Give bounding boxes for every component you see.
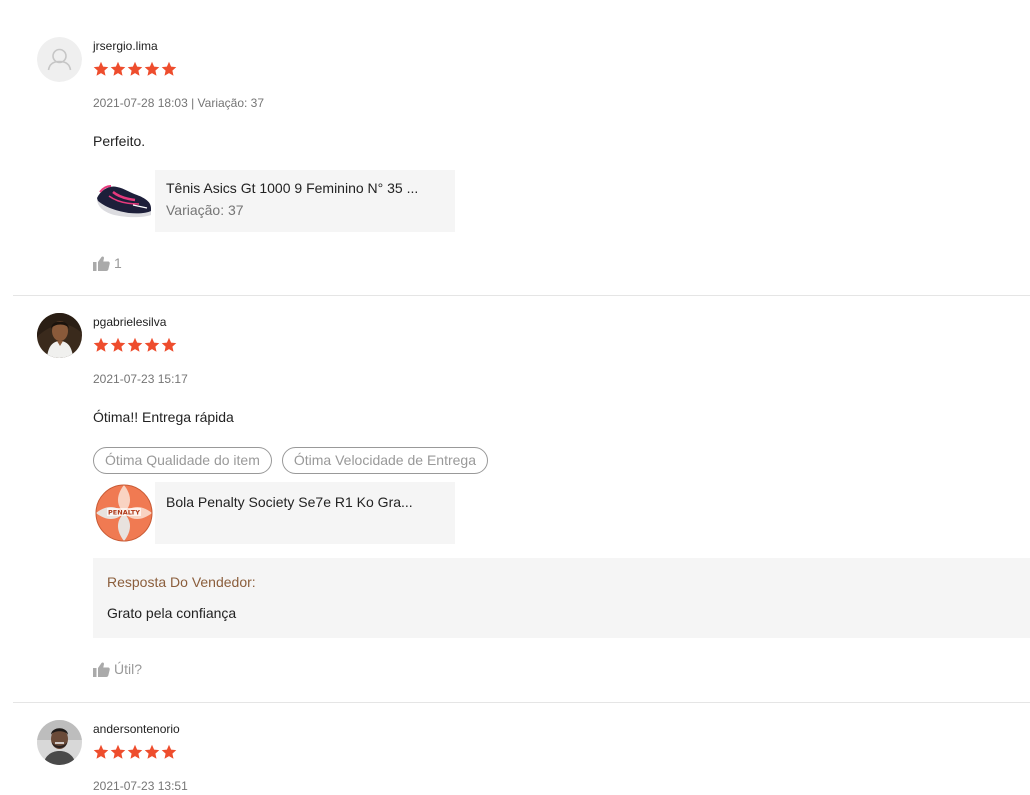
review-tag-delivery[interactable]: Ótima Velocidade de Entrega <box>281 447 488 474</box>
star-icon <box>127 337 143 352</box>
review-username[interactable]: jrsergio.lima <box>93 39 158 53</box>
product-info[interactable]: Tênis Asics Gt 1000 9 Feminino N° 35 ...… <box>155 170 455 232</box>
star-icon <box>93 337 109 352</box>
product-name[interactable]: Bola Penalty Society Se7e R1 Ko Gra... <box>166 494 449 510</box>
star-icon <box>127 744 143 759</box>
star-icon <box>110 337 126 352</box>
avatar[interactable] <box>37 720 82 765</box>
star-icon <box>93 744 109 759</box>
like-button[interactable]: 1 <box>93 254 122 272</box>
review-tags: Ótima Qualidade do item Ótima Velocidade… <box>93 447 488 474</box>
reviews-list: jrsergio.lima 2021-07-28 18:03 | Variaçã… <box>0 0 1030 795</box>
product-thumbnail[interactable] <box>93 170 155 232</box>
star-icon <box>127 61 143 76</box>
thumbs-up-icon <box>93 255 110 271</box>
user-photo <box>37 720 82 765</box>
review-item: jrsergio.lima 2021-07-28 18:03 | Variaçã… <box>13 37 1030 296</box>
review-item: andersontenorio 2021-07-23 13:51 <box>13 720 1030 795</box>
product-card[interactable]: Tênis Asics Gt 1000 9 Feminino N° 35 ...… <box>93 170 455 232</box>
sneaker-image <box>93 170 155 232</box>
avatar[interactable] <box>37 37 82 82</box>
product-card[interactable]: PENALTY Bola Penalty Society Se7e R1 Ko … <box>93 482 455 544</box>
seller-reply-title: Resposta Do Vendedor: <box>107 574 256 590</box>
review-date: 2021-07-23 15:17 <box>93 372 188 386</box>
review-tag-quality[interactable]: Ótima Qualidade do item <box>93 447 272 474</box>
star-icon <box>93 61 109 76</box>
review-username[interactable]: pgabrielesilva <box>93 315 166 329</box>
star-icon <box>161 744 177 759</box>
star-icon <box>110 61 126 76</box>
ball-image: PENALTY <box>93 482 155 544</box>
rating-stars <box>93 744 177 760</box>
user-photo <box>37 313 82 358</box>
star-icon <box>110 744 126 759</box>
star-icon <box>144 744 160 759</box>
like-count: 1 <box>114 255 122 271</box>
product-info[interactable]: Bola Penalty Society Se7e R1 Ko Gra... <box>155 482 455 544</box>
rating-stars <box>93 61 177 77</box>
default-user-icon <box>37 37 82 82</box>
review-username[interactable]: andersontenorio <box>93 722 180 736</box>
avatar[interactable] <box>37 313 82 358</box>
product-name[interactable]: Tênis Asics Gt 1000 9 Feminino N° 35 ... <box>166 180 449 196</box>
product-variation: Variação: 37 <box>166 202 244 218</box>
svg-text:PENALTY: PENALTY <box>108 509 140 517</box>
seller-reply-text: Grato pela confiança <box>107 605 237 621</box>
review-date-variation: 2021-07-28 18:03 | Variação: 37 <box>93 96 265 110</box>
review-date: 2021-07-23 13:51 <box>93 779 188 793</box>
star-icon <box>144 61 160 76</box>
seller-reply: Resposta Do Vendedor: Grato pela confian… <box>93 558 1030 638</box>
star-icon <box>144 337 160 352</box>
star-icon <box>161 337 177 352</box>
star-icon <box>161 61 177 76</box>
review-item: pgabrielesilva 2021-07-23 15:17 Ótima!! … <box>13 313 1030 703</box>
review-comment: Ótima!! Entrega rápida <box>93 409 234 425</box>
helpful-label: Útil? <box>114 661 143 677</box>
helpful-button[interactable]: Útil? <box>93 660 142 678</box>
product-thumbnail[interactable]: PENALTY <box>93 482 155 544</box>
review-comment: Perfeito. <box>93 133 146 149</box>
rating-stars <box>93 337 177 353</box>
thumbs-up-icon <box>93 661 110 677</box>
